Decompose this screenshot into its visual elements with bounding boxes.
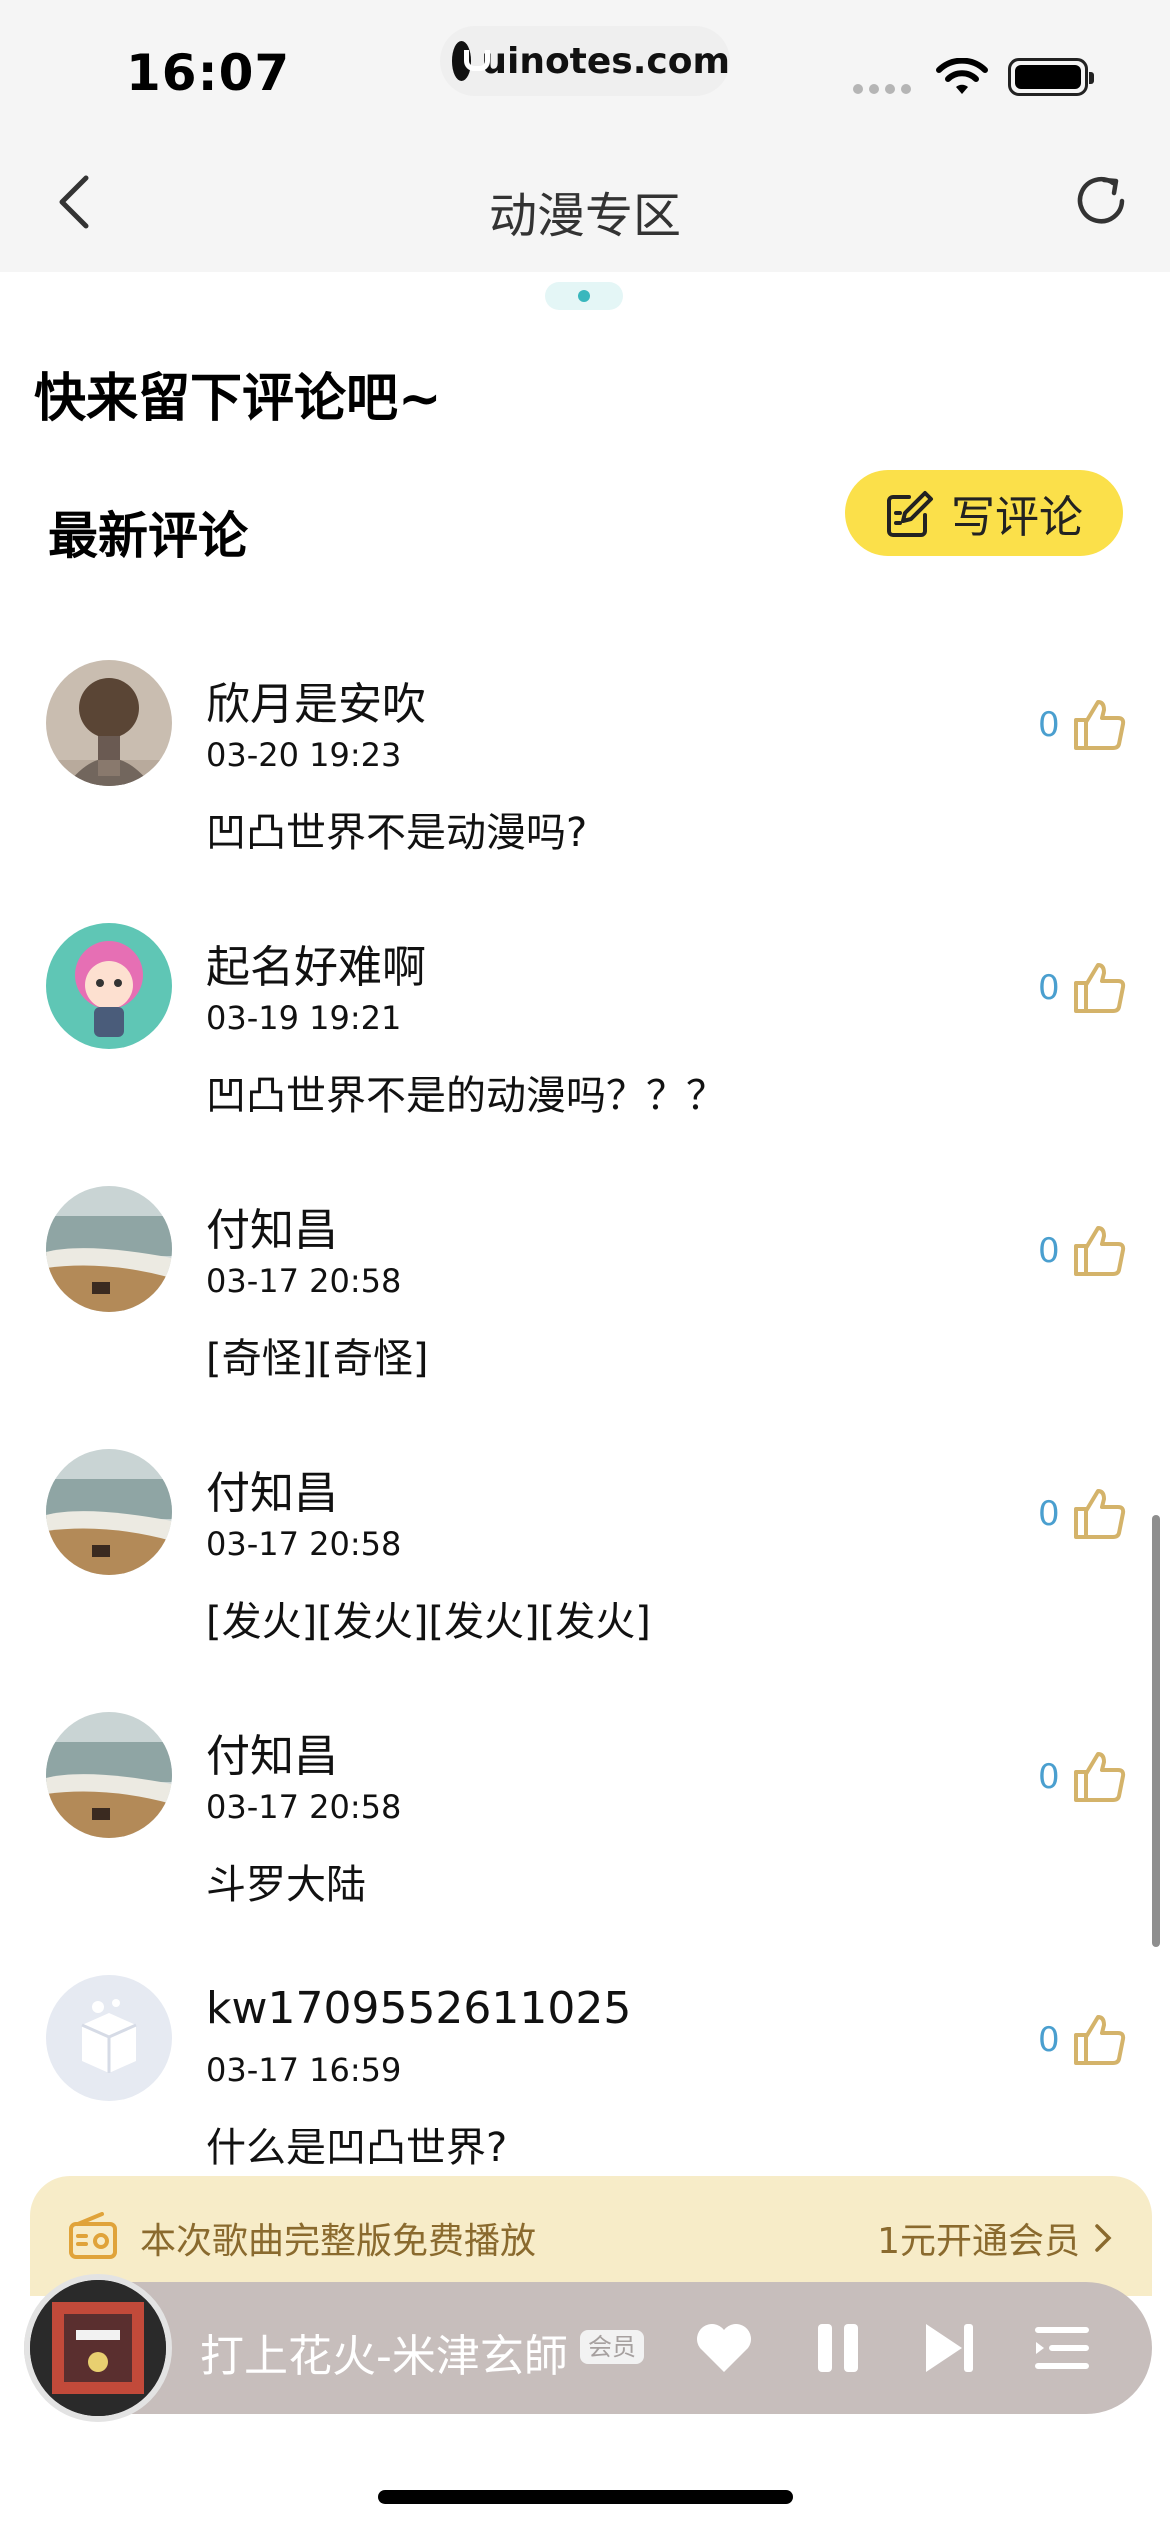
like-count: 0 <box>1038 1757 1060 1797</box>
comment-text: 什么是凹凸世界? <box>206 2125 508 2171</box>
like-button[interactable]: 0 <box>1038 696 1128 754</box>
avatar[interactable] <box>46 1975 172 2101</box>
comment-author[interactable]: 付知昌 <box>206 1194 338 1258</box>
thumbs-up-icon <box>1073 1489 1125 1539</box>
url-text: uinotes.com <box>481 40 730 82</box>
comment-text: [发火][发火][发火][发火] <box>206 1599 651 1645</box>
comment-author[interactable]: kw1709552611025 <box>206 1983 631 2034</box>
status-bar: 16:07 uinotes.com <box>0 0 1170 130</box>
comment-author[interactable]: 付知昌 <box>206 1720 338 1784</box>
url-pill[interactable]: uinotes.com <box>440 26 730 96</box>
next-track-icon[interactable] <box>918 2316 982 2380</box>
comment-time: 03-17 20:58 <box>206 1525 402 1563</box>
mini-player[interactable]: 打上花火-米津玄師 会员 <box>24 2274 1152 2422</box>
pause-icon[interactable] <box>806 2316 870 2380</box>
promo-text: 本次歌曲完整版免费播放 <box>140 2221 537 2262</box>
comment-prompt-heading: 快来留下评论吧~ <box>34 369 442 429</box>
comment-author[interactable]: 起名好难啊 <box>206 931 426 995</box>
vip-badge: 会员 <box>580 2330 644 2364</box>
like-button[interactable]: 0 <box>1038 1748 1128 1806</box>
site-logo-icon <box>452 41 491 81</box>
comment-text: [奇怪][奇怪] <box>206 1336 429 1382</box>
radio-icon <box>69 2212 117 2259</box>
cellular-signal-icon <box>853 84 911 94</box>
open-vip-label: 1元开通会员 <box>877 2221 1080 2262</box>
thumbs-up-icon <box>1073 2015 1125 2065</box>
like-count: 0 <box>1038 1231 1060 1271</box>
write-comment-button[interactable]: 写评论 <box>845 470 1123 556</box>
refresh-icon[interactable] <box>1068 168 1134 234</box>
thumbs-up-icon <box>1073 1226 1125 1276</box>
comment-item: 付知昌 03-17 20:58 斗罗大陆 0 <box>0 1712 1170 1974</box>
comment-time: 03-20 19:23 <box>206 736 402 774</box>
write-comment-label: 写评论 <box>951 492 1083 543</box>
avatar[interactable] <box>46 660 172 786</box>
thumbs-up-icon <box>1073 700 1125 750</box>
comment-time: 03-17 20:58 <box>206 1262 402 1300</box>
playlist-icon[interactable] <box>1030 2316 1094 2380</box>
comment-text: 斗罗大陆 <box>206 1862 366 1908</box>
like-button[interactable]: 0 <box>1038 1222 1128 1280</box>
home-indicator[interactable] <box>378 2490 793 2504</box>
like-count: 0 <box>1038 968 1060 1008</box>
page-title: 动漫专区 <box>488 188 681 244</box>
song-title: 打上花火-米津玄師 <box>200 2331 568 2382</box>
thumbs-up-icon <box>1073 1752 1125 1802</box>
open-vip-link[interactable]: 1元开通会员 <box>877 2212 1112 2264</box>
comment-item: 起名好难啊 03-19 19:21 凹凸世界不是的动漫吗？？？ 0 <box>0 923 1170 1185</box>
comment-item: 付知昌 03-17 20:58 [奇怪][奇怪] 0 <box>0 1186 1170 1448</box>
like-count: 0 <box>1038 705 1060 745</box>
comment-item: 付知昌 03-17 20:58 [发火][发火][发火][发火] 0 <box>0 1449 1170 1711</box>
album-art[interactable] <box>24 2274 172 2422</box>
edit-icon <box>887 491 933 537</box>
comment-time: 03-17 16:59 <box>206 2051 402 2089</box>
avatar[interactable] <box>46 1449 172 1575</box>
nav-bar: 动漫专区 <box>0 130 1170 272</box>
avatar[interactable] <box>46 923 172 1049</box>
comment-time: 03-17 20:58 <box>206 1788 402 1826</box>
battery-icon <box>1008 58 1094 96</box>
like-button[interactable]: 0 <box>1038 959 1128 1017</box>
avatar[interactable] <box>46 1712 172 1838</box>
like-button[interactable]: 0 <box>1038 1485 1128 1543</box>
comment-text: 凹凸世界不是的动漫吗？？？ <box>206 1073 726 1119</box>
like-count: 0 <box>1038 2020 1060 2060</box>
latest-comments-title: 最新评论 <box>48 507 248 565</box>
status-time: 16:07 <box>126 44 291 102</box>
comment-author[interactable]: 付知昌 <box>206 1457 338 1521</box>
page-indicator <box>545 282 623 310</box>
chevron-right-icon <box>1095 2224 1112 2252</box>
scrollbar[interactable] <box>1152 1515 1160 1947</box>
thumbs-up-icon <box>1073 963 1125 1013</box>
wifi-icon <box>936 58 988 94</box>
like-button[interactable]: 0 <box>1038 2011 1128 2069</box>
comment-time: 03-19 19:21 <box>206 999 402 1037</box>
heart-icon[interactable] <box>692 2316 756 2380</box>
free-play-promo-bar[interactable]: 本次歌曲完整版免费播放 1元开通会员 <box>30 2176 1152 2296</box>
comment-author[interactable]: 欣月是安吹 <box>206 668 426 732</box>
like-count: 0 <box>1038 1494 1060 1534</box>
comment-text: 凹凸世界不是动漫吗? <box>206 810 588 856</box>
comment-item: 欣月是安吹 03-20 19:23 凹凸世界不是动漫吗? 0 <box>0 660 1170 922</box>
avatar[interactable] <box>46 1186 172 1312</box>
